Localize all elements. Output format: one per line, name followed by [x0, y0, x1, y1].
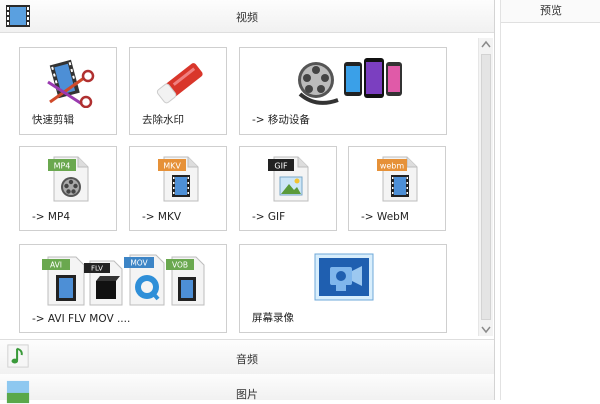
tile-to-webm-label: -> WebM — [361, 211, 409, 223]
mov-badge-text: MOV — [130, 259, 148, 268]
tools-scrollbar[interactable] — [478, 38, 493, 336]
tile-to-gif-label: -> GIF — [252, 211, 286, 223]
screen-record-icon — [314, 253, 374, 301]
vob-badge-text: VOB — [172, 261, 188, 270]
tile-mobile-devices-label: -> 移动设备 — [252, 114, 310, 126]
tile-remove-watermark-label: 去除水印 — [142, 114, 184, 126]
scroll-thumb[interactable] — [481, 54, 491, 320]
preview-panel: 预览 — [500, 0, 600, 400]
tile-quick-cut[interactable]: 快速剪辑 — [19, 47, 117, 135]
audio-section-header[interactable]: 音频 — [0, 339, 494, 375]
tile-to-multi-format[interactable]: AVI FLV MOV VOB -> AVI FLV MOV .... — [19, 244, 227, 333]
avi-badge-text: AVI — [50, 261, 62, 270]
tile-to-mkv[interactable]: MKV -> MKV — [129, 146, 227, 231]
mkv-file-icon: MKV — [158, 156, 199, 202]
tile-screen-record[interactable]: 屏幕录像 — [239, 244, 447, 333]
eraser-icon — [156, 63, 203, 104]
tile-screen-record-label: 屏幕录像 — [252, 312, 294, 324]
tool-panel: 视频 快速剪辑 去除水印 -> 移动设备 MP4 -> MP4 MKV -> M… — [0, 0, 494, 404]
gif-file-icon: GIF — [268, 156, 309, 202]
video-section-header[interactable]: 视频 — [0, 0, 494, 33]
film-reel-phones-icon — [298, 58, 402, 105]
gif-badge-text: GIF — [274, 162, 288, 171]
tile-to-webm[interactable]: webm -> WebM — [348, 146, 446, 231]
multi-format-icon: AVI FLV MOV VOB — [42, 254, 205, 306]
preview-title: 预览 — [501, 0, 600, 23]
picture-section-header[interactable]: 图片 — [0, 374, 494, 404]
video-section-title: 视频 — [236, 11, 258, 24]
mp4-file-icon: MP4 — [48, 156, 89, 202]
webm-badge-text: webm — [380, 162, 405, 171]
mkv-badge-text: MKV — [163, 162, 181, 171]
tile-mobile-devices[interactable]: -> 移动设备 — [239, 47, 447, 135]
tile-to-mkv-label: -> MKV — [142, 211, 182, 223]
scroll-down-arrow-icon[interactable] — [479, 322, 493, 336]
tile-quick-cut-label: 快速剪辑 — [32, 114, 74, 126]
tile-remove-watermark[interactable]: 去除水印 — [129, 47, 227, 135]
film-scissors-icon — [47, 59, 95, 108]
panel-divider[interactable] — [494, 0, 495, 400]
mp4-badge-text: MP4 — [54, 162, 71, 171]
scroll-up-arrow-icon[interactable] — [479, 38, 493, 52]
webm-file-icon: webm — [377, 156, 418, 202]
tile-to-gif[interactable]: GIF -> GIF — [239, 146, 337, 231]
audio-section-title: 音频 — [236, 353, 258, 366]
video-tools-grid: 快速剪辑 去除水印 -> 移动设备 MP4 -> MP4 MKV -> MKV … — [0, 33, 494, 339]
tile-to-mp4[interactable]: MP4 -> MP4 — [19, 146, 117, 231]
tile-to-multi-format-label: -> AVI FLV MOV .... — [32, 313, 131, 325]
tile-to-mp4-label: -> MP4 — [32, 211, 70, 223]
flv-badge-text: FLV — [91, 265, 103, 273]
